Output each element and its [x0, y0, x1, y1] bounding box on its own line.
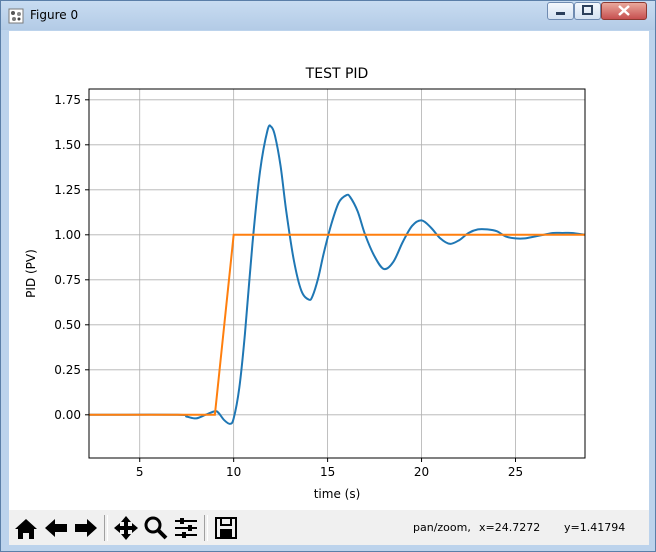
forward-button[interactable]: [72, 514, 100, 542]
x-tick-label: 10: [226, 465, 241, 479]
y-tick-label: 0.75: [54, 273, 81, 287]
app-icon: [8, 8, 24, 24]
back-arrow-icon: [45, 519, 67, 537]
configure-subplots-icon: [175, 518, 197, 538]
chart-title: TEST PID: [305, 66, 369, 82]
toolbar-separator: [204, 515, 208, 541]
forward-arrow-icon: [75, 519, 97, 537]
x-tick-label: 15: [320, 465, 335, 479]
y-tick-label: 1.50: [54, 138, 81, 152]
x-tick-label: 25: [508, 465, 523, 479]
x-coordinate-readout: x=24.7272: [479, 521, 541, 534]
x-axis-label: time (s): [314, 487, 361, 501]
series-line-0: [89, 124, 585, 425]
axes-frame: [88, 88, 586, 459]
close-button[interactable]: [601, 2, 647, 20]
maximize-icon: [582, 5, 593, 15]
home-button[interactable]: [12, 514, 40, 542]
minimize-icon: [556, 12, 565, 15]
y-tick-label: 0.25: [54, 363, 81, 377]
toolbar-separator: [104, 515, 108, 541]
zoom-magnifier-icon: [144, 516, 168, 540]
x-tick-label: 5: [136, 465, 144, 479]
configure-subplots-button[interactable]: [172, 514, 200, 542]
y-tick-label: 1.00: [54, 228, 81, 242]
window-title: Figure 0: [30, 8, 79, 22]
plot-canvas[interactable]: TEST PID time (s) PID (PV) 5 10 15 20 25 0.00…: [9, 31, 649, 510]
pan-button[interactable]: [112, 514, 140, 542]
save-button[interactable]: [212, 514, 240, 542]
maximize-button[interactable]: [574, 2, 601, 20]
close-icon: [618, 5, 630, 16]
figure-canvas-area: TEST PID time (s) PID (PV) 5 10 15 20 25 0.00…: [9, 31, 649, 545]
home-icon: [15, 519, 37, 539]
y-tick-label: 1.75: [54, 93, 81, 107]
tick-marks: [85, 99, 516, 462]
minimize-button[interactable]: [547, 2, 574, 20]
y-tick-label: 0.00: [54, 408, 81, 422]
y-axis-label: PID (PV): [24, 249, 38, 298]
grid-lines: [89, 89, 585, 458]
navigation-toolbar: pan/zoom, x=24.7272 y=1.41794: [9, 510, 649, 545]
y-tick-label: 0.50: [54, 318, 81, 332]
x-tick-label: 20: [414, 465, 429, 479]
data-series: [89, 124, 585, 425]
y-coordinate-readout: y=1.41794: [564, 521, 626, 534]
back-button[interactable]: [42, 514, 70, 542]
y-tick-label: 1.25: [54, 183, 81, 197]
figure-window: Figure 0 TEST PID time (s) PID (PV) 5 10 1…: [0, 0, 656, 552]
zoom-button[interactable]: [142, 514, 170, 542]
pan-move-icon: [114, 516, 138, 540]
title-bar[interactable]: Figure 0: [1, 1, 655, 30]
save-floppy-icon: [215, 517, 237, 539]
mode-label: pan/zoom,: [413, 521, 471, 534]
